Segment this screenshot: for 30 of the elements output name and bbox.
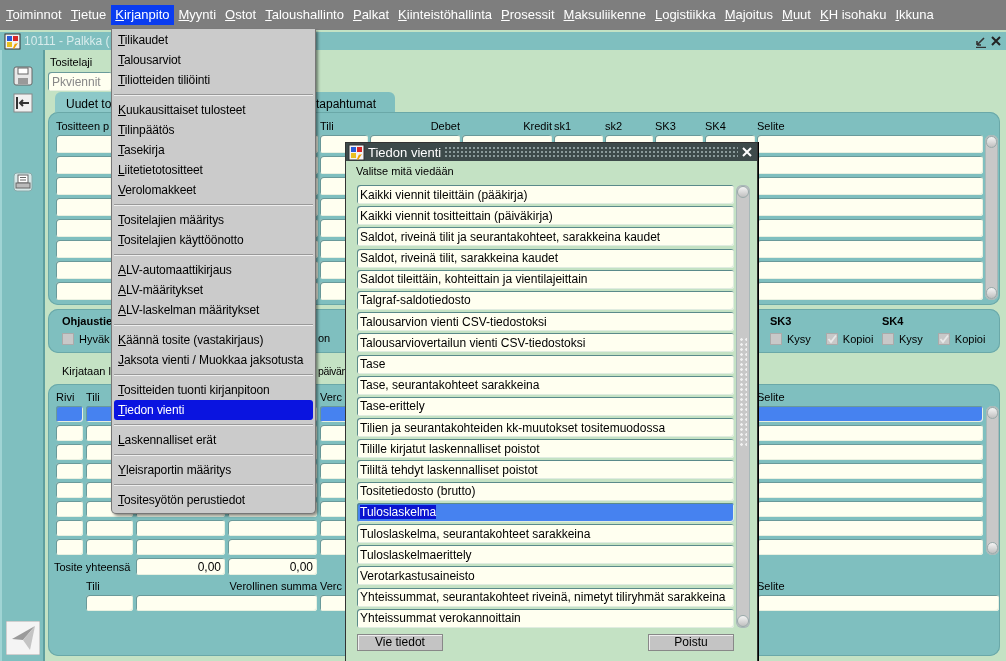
column-header: Verc <box>320 580 342 592</box>
section-title: Ohjaustie <box>62 315 113 329</box>
column-header: sk2 <box>605 120 623 132</box>
column-header: Selite <box>757 120 785 132</box>
section-title: SK4 <box>882 315 904 329</box>
column-header: sk1 <box>554 120 572 132</box>
checkbox-label: Kysy <box>787 333 811 345</box>
column-header: Tositteen p <box>56 120 110 132</box>
column-header: Rivi <box>56 391 75 403</box>
checkbox-label: Kopioi <box>842 333 874 345</box>
section-title: SK3 <box>770 315 792 329</box>
field-label: Kirjataan l <box>62 365 111 379</box>
column-header: Debet <box>430 120 460 132</box>
dialog-title: Tiedon vienti <box>368 144 442 160</box>
checkbox-label: Hyväk <box>79 333 110 345</box>
column-header: Tili <box>320 120 334 132</box>
column-header: Verc <box>320 391 342 403</box>
checkbox-label: Kysy <box>899 333 923 345</box>
prompt-text: Valitse mitä viedään <box>356 165 455 179</box>
field-label: on <box>318 332 331 346</box>
column-header: Tili <box>86 391 100 403</box>
checkbox-label: Kopioi <box>954 333 986 345</box>
field-label: Tosite yhteensä <box>54 560 131 573</box>
column-header: Kredit <box>523 120 552 132</box>
column-header: SK3 <box>655 120 676 132</box>
column-header: Verollinen summa <box>229 580 317 592</box>
window-title: 10111 - Palkka ( <box>24 34 110 48</box>
field-label: Tositelaji <box>50 56 93 70</box>
column-header: Tili <box>86 580 100 592</box>
column-header: SK4 <box>705 120 726 132</box>
